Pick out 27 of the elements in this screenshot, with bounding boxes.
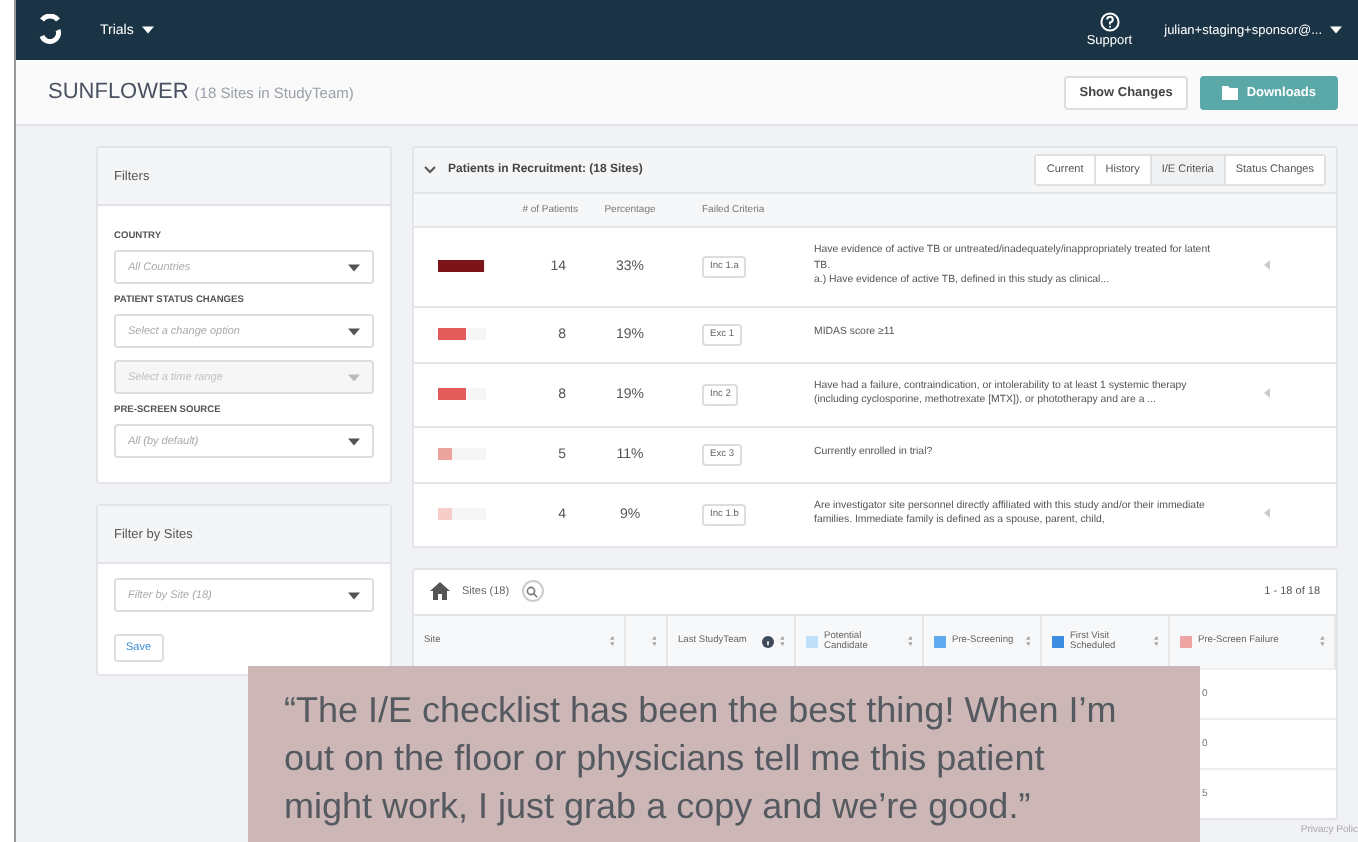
- help-icon: [1099, 12, 1120, 32]
- sort-icon[interactable]: [1319, 636, 1324, 647]
- study-title: SUNFLOWER: [48, 80, 189, 104]
- logo-icon[interactable]: [36, 14, 64, 46]
- caret-down-icon: [348, 591, 360, 599]
- expand-arrow-icon[interactable]: [1264, 387, 1270, 398]
- caret-down-icon: [348, 263, 360, 271]
- sort-icon[interactable]: [651, 636, 656, 647]
- sort-icon[interactable]: [779, 636, 784, 647]
- search-icon: [526, 585, 539, 598]
- info-icon[interactable]: [761, 635, 773, 648]
- sort-icon[interactable]: [1025, 636, 1030, 647]
- search-button[interactable]: [521, 580, 544, 603]
- testimonial-quote: “The I/E checklist has been the best thing! When I’m out on the floor or physicians tell me this patient might work, I just grab a copy and we’re good.”: [248, 666, 1200, 842]
- caret-down-icon: [141, 26, 154, 34]
- expand-arrow-icon[interactable]: [1264, 259, 1270, 270]
- caret-down-icon: [1330, 26, 1342, 34]
- folder-icon: [1222, 85, 1239, 99]
- chevron-down-icon[interactable]: [424, 166, 436, 174]
- caret-down-icon: [348, 437, 360, 445]
- home-icon: [430, 582, 450, 601]
- sort-icon[interactable]: [609, 636, 614, 647]
- expand-arrow-icon[interactable]: [1264, 507, 1270, 518]
- caret-down-icon: [348, 327, 360, 335]
- sort-icon[interactable]: [1153, 636, 1158, 647]
- sort-icon[interactable]: [907, 636, 912, 647]
- caret-down-icon: [348, 373, 360, 381]
